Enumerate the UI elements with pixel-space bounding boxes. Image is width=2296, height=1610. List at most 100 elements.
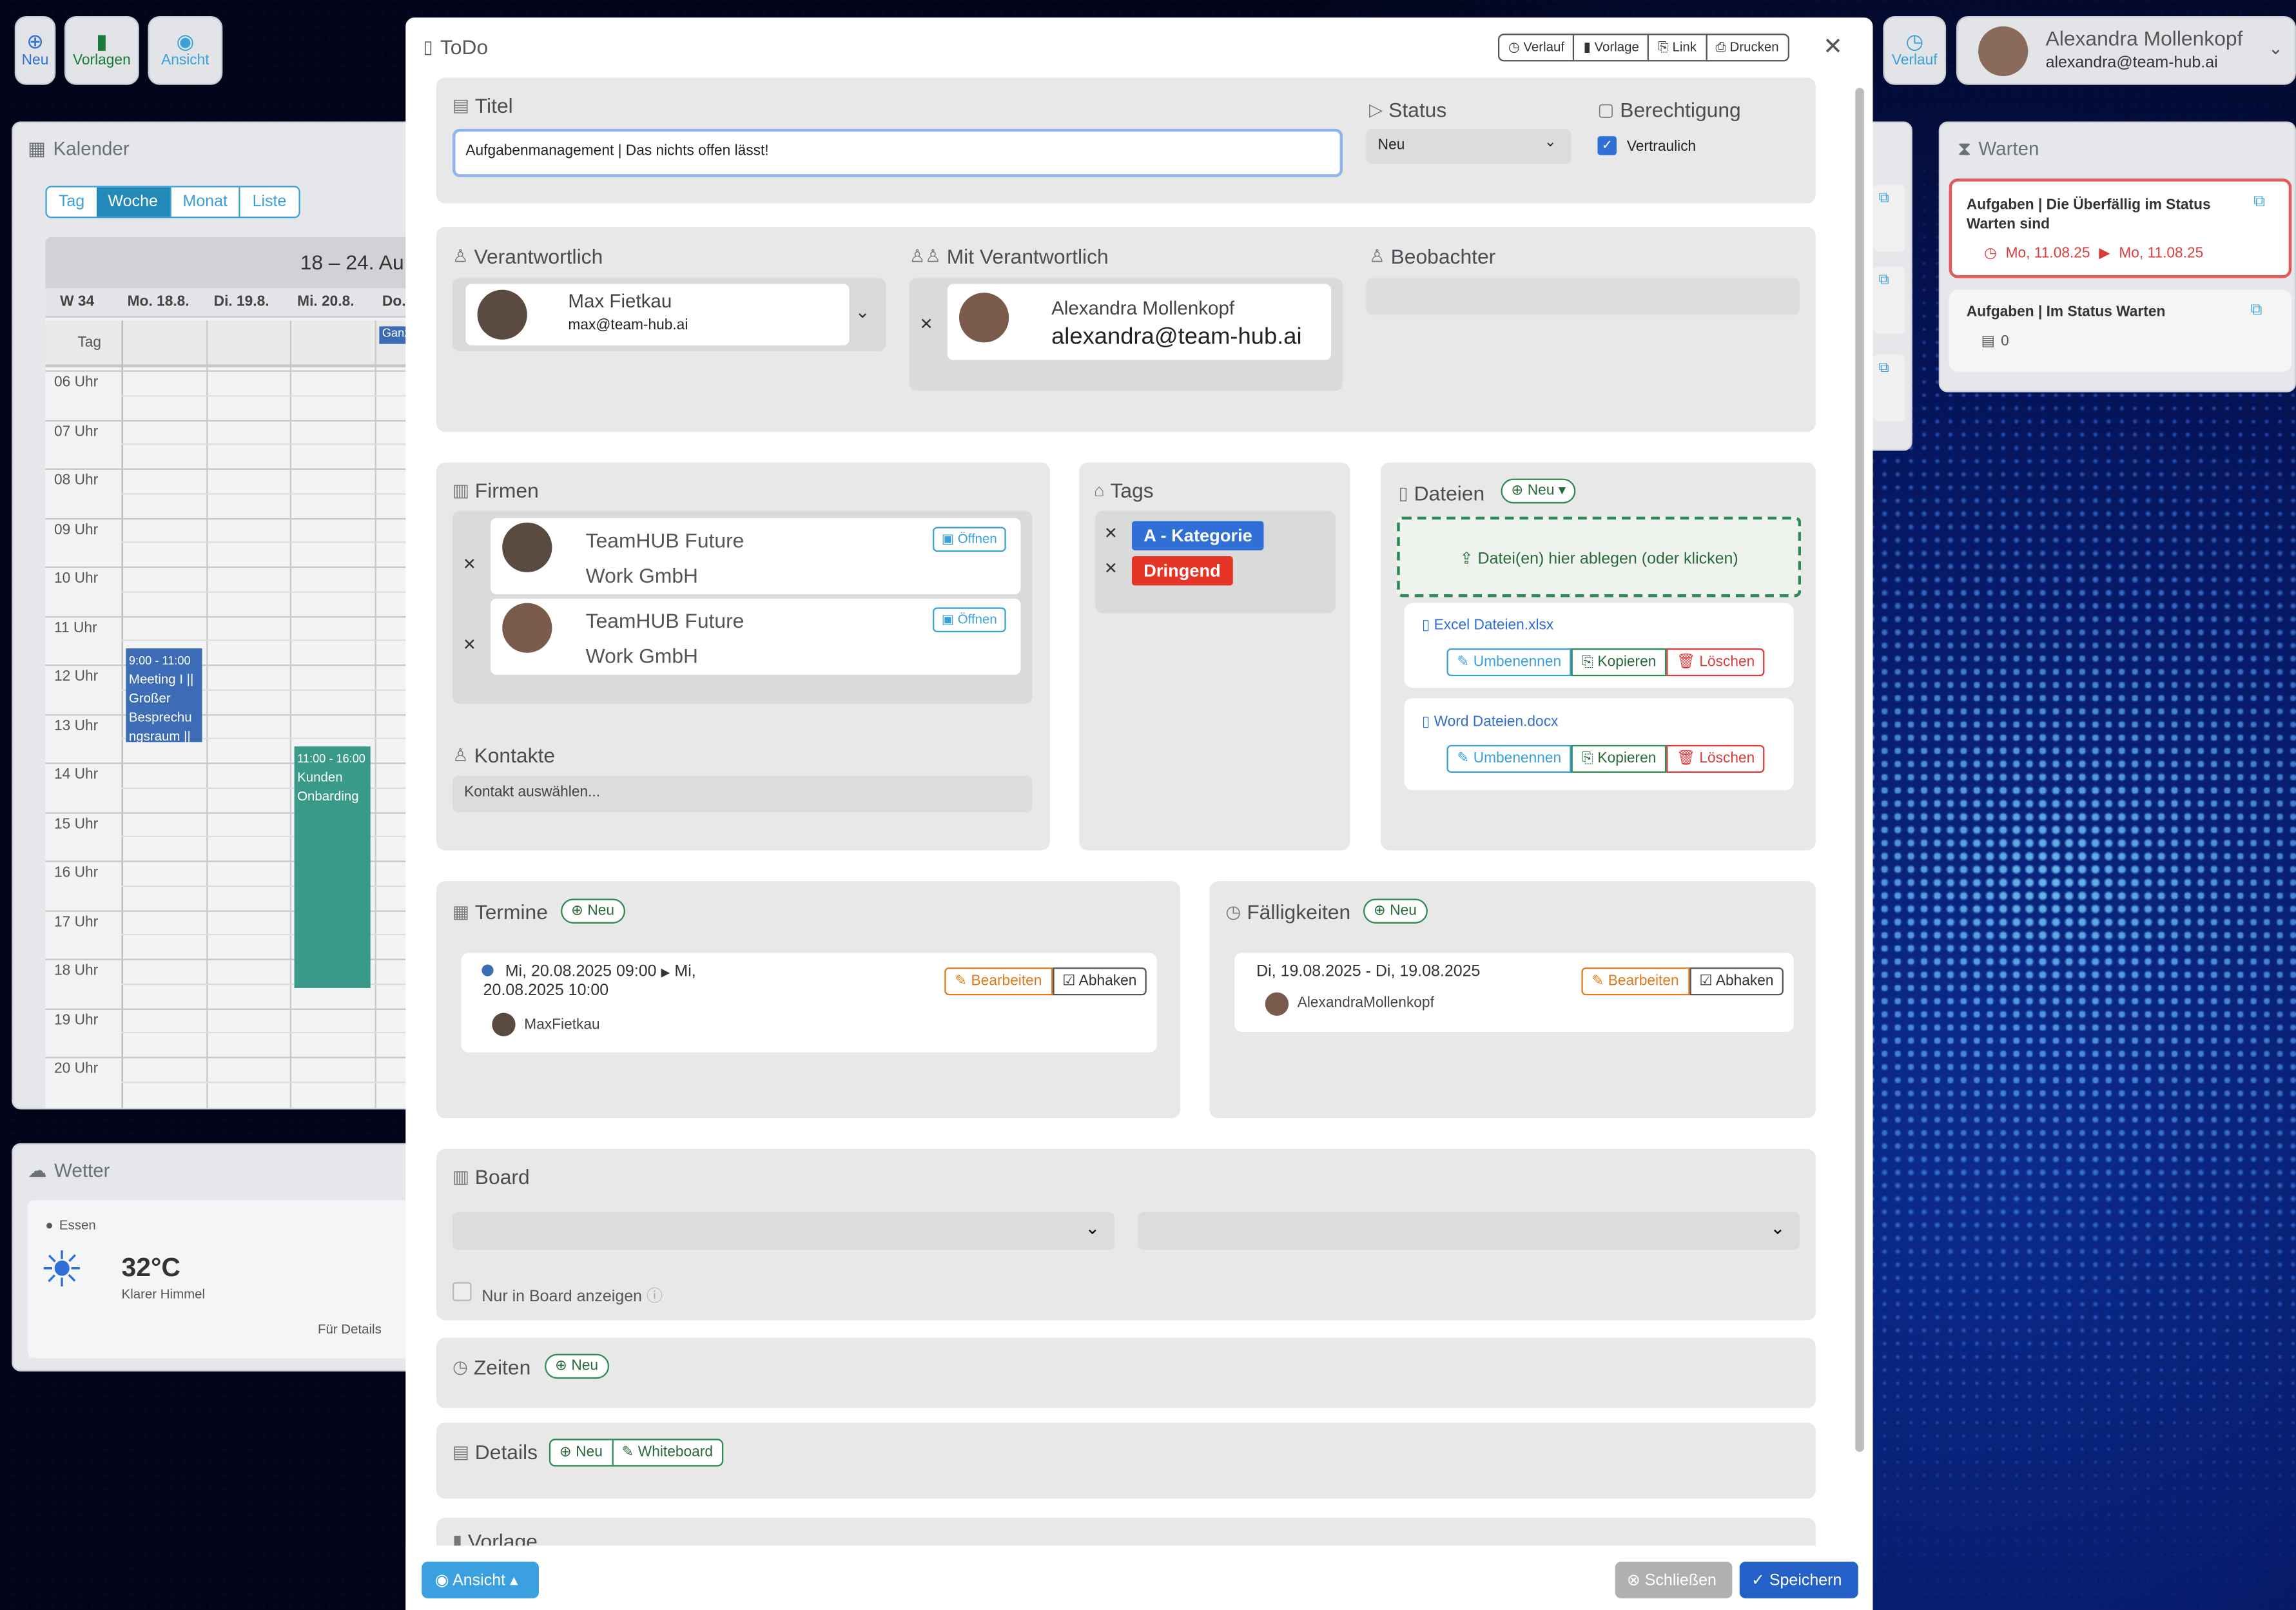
- tag-badge: A - Kategorie: [1132, 521, 1265, 550]
- rename-button[interactable]: ✎ Umbenennen: [1446, 744, 1572, 773]
- waiting-title: Warten: [1978, 137, 2039, 160]
- save-button[interactable]: ✓ Speichern: [1739, 1562, 1858, 1598]
- board-icon: ▥: [452, 1166, 469, 1187]
- open-company-button[interactable]: ▣ Öffnen: [933, 607, 1006, 633]
- tag-badge: Dringend: [1132, 556, 1233, 586]
- open-icon[interactable]: ⧉: [1873, 184, 1905, 252]
- link-header-button[interactable]: ⎘ Link: [1649, 35, 1707, 61]
- new-file-button[interactable]: ⊕ Neu ▾: [1501, 478, 1577, 504]
- remove-icon[interactable]: ✕: [1104, 559, 1118, 578]
- co-responsible-person[interactable]: Alexandra Mollenkopf alexandra@team-hub.…: [947, 284, 1331, 360]
- edit-button[interactable]: ✎ Bearbeiten: [944, 967, 1053, 996]
- tab-list[interactable]: Liste: [239, 187, 298, 217]
- user-menu[interactable]: Alexandra Mollenkopf alexandra@team-hub.…: [1956, 15, 2296, 85]
- view-toggle-button[interactable]: ◉ Ansicht ▴: [422, 1562, 539, 1598]
- board-only-checkbox[interactable]: [452, 1282, 472, 1301]
- company-item[interactable]: TeamHUB Future Work GmbH ▣ Öffnen: [491, 518, 1021, 594]
- check-button[interactable]: ☑ Abhaken: [1689, 967, 1784, 996]
- view-button[interactable]: ◉ Ansicht: [148, 15, 223, 85]
- calendar-icon: ▦: [28, 137, 46, 160]
- deadline-item[interactable]: Di, 19.08.2025 - Di, 19.08.2025 Alexandr…: [1234, 953, 1794, 1032]
- company-item[interactable]: TeamHUB Future Work GmbH ▣ Öffnen: [491, 598, 1021, 675]
- clipboard-icon: ▯: [423, 36, 433, 57]
- new-detail-button[interactable]: ⊕ Neu: [550, 1440, 613, 1466]
- modal-title: ToDo: [440, 35, 489, 59]
- contacts-label: Kontakte: [474, 743, 556, 767]
- copy-button[interactable]: ⎘ Kopieren: [1571, 648, 1667, 677]
- history-header-button[interactable]: ◷ Verlauf: [1499, 35, 1575, 61]
- open-company-button[interactable]: ▣ Öffnen: [933, 527, 1006, 552]
- file-item: ▯ Word Dateien.docx ✎ Umbenennen ⎘ Kopie…: [1404, 698, 1794, 791]
- hour-label: 11 Uhr: [54, 619, 97, 636]
- file-link[interactable]: ▯ Excel Dateien.xlsx: [1422, 617, 1553, 634]
- template-header-button[interactable]: ▮ Vorlage: [1575, 35, 1649, 61]
- history-button[interactable]: ◷ Verlauf: [1883, 15, 1947, 85]
- open-icon[interactable]: ⧉: [1873, 266, 1905, 334]
- remove-icon[interactable]: ✕: [463, 635, 476, 654]
- tab-month[interactable]: Monat: [170, 187, 240, 217]
- avatar: [958, 293, 1009, 343]
- tab-week[interactable]: Woche: [96, 187, 170, 217]
- play-icon: ▷: [1369, 99, 1383, 121]
- copy-button[interactable]: ⎘ Kopieren: [1571, 744, 1667, 773]
- remove-icon[interactable]: ✕: [463, 555, 476, 574]
- close-button[interactable]: ⊗ Schließen: [1615, 1562, 1733, 1598]
- hour-label: 09 Uhr: [54, 521, 99, 538]
- new-button[interactable]: ⊕ Neu: [14, 15, 56, 85]
- new-time-button[interactable]: ⊕ Neu: [545, 1353, 608, 1379]
- observer-select[interactable]: [1366, 278, 1800, 315]
- check-button[interactable]: ☑ Abhaken: [1052, 967, 1147, 996]
- open-icon[interactable]: ⧉: [2253, 193, 2265, 213]
- status-select[interactable]: Neu ⌄: [1366, 128, 1571, 164]
- templates-button[interactable]: ▮ Vorlagen: [64, 15, 139, 85]
- file-link[interactable]: ▯ Word Dateien.docx: [1422, 714, 1559, 730]
- delete-button[interactable]: 🗑 Löschen: [1666, 744, 1766, 773]
- scrollbar[interactable]: [1855, 88, 1864, 1452]
- responsible-label: Verantwortlich: [474, 244, 603, 268]
- rename-button[interactable]: ✎ Umbenennen: [1446, 648, 1572, 677]
- waiting-item[interactable]: Aufgaben | Im Status Warten ⧉ ▤ 0: [1949, 289, 2292, 372]
- new-deadline-button[interactable]: ⊕ Neu: [1363, 898, 1427, 924]
- calendar-event[interactable]: 11:00 - 16:00 Kunden Onbarding: [294, 746, 371, 988]
- waiting-item[interactable]: Aufgaben | Die Überfällig im Status Wart…: [1949, 179, 2292, 278]
- status-label: Status: [1388, 98, 1447, 122]
- chevron-down-icon[interactable]: ⌄: [855, 302, 870, 322]
- calendar-widget: ▦ Kalender Tag Woche Monat Liste 18 – 24…: [12, 121, 423, 1110]
- contact-select[interactable]: Kontakt auswählen...: [452, 775, 1033, 813]
- hour-label: 13 Uhr: [54, 717, 99, 734]
- users-icon: ♙♙: [909, 246, 941, 267]
- open-icon[interactable]: ⧉: [2251, 302, 2262, 321]
- tab-day[interactable]: Tag: [46, 187, 97, 217]
- avatar: [1978, 26, 2028, 77]
- timer-icon: ◷: [1225, 901, 1241, 922]
- weather-details-link[interactable]: Für Details: [318, 1322, 382, 1337]
- appointment-item[interactable]: Mi, 20.08.2025 09:00 ▶ Mi, 20.08.2025 10…: [461, 953, 1157, 1052]
- eye-icon: ◉: [176, 29, 195, 53]
- title-input[interactable]: Aufgabenmanagement | Das nichts offen lä…: [452, 128, 1343, 177]
- board-column-select[interactable]: ⌄: [1138, 1212, 1800, 1250]
- print-header-button[interactable]: ⎙ Drucken: [1707, 35, 1787, 61]
- event-dot: [482, 964, 494, 976]
- remove-icon[interactable]: ✕: [1104, 524, 1118, 543]
- board-select[interactable]: ⌄: [452, 1212, 1114, 1250]
- edit-button[interactable]: ✎ Bearbeiten: [1581, 967, 1689, 996]
- file-dropzone[interactable]: ⇪ Datei(en) hier ablegen (oder klicken): [1397, 516, 1802, 597]
- calendar-event[interactable]: 9:00 - 11:00 Meeting I || Großer Besprec…: [126, 648, 202, 742]
- week-number: W 34: [60, 294, 95, 311]
- hour-label: 15 Uhr: [54, 816, 99, 833]
- delete-button[interactable]: 🗑 Löschen: [1666, 648, 1766, 677]
- close-icon[interactable]: ✕: [1823, 32, 1842, 61]
- header-button-group: ◷ Verlauf ▮ Vorlage ⎘ Link ⎙ Drucken: [1497, 34, 1789, 62]
- whiteboard-button[interactable]: ✎ Whiteboard: [613, 1440, 722, 1466]
- confidential-checkbox[interactable]: ✓: [1597, 136, 1617, 155]
- open-icon[interactable]: ⧉: [1873, 354, 1905, 422]
- weather-title: Wetter: [54, 1159, 110, 1181]
- responsible-person[interactable]: Max Fietkau max@team-hub.ai: [465, 284, 850, 345]
- tags-label: Tags: [1110, 478, 1154, 502]
- remove-icon[interactable]: ✕: [920, 315, 933, 334]
- location-icon: ●: [45, 1217, 54, 1233]
- new-appointment-button[interactable]: ⊕ Neu: [561, 898, 625, 924]
- calendar-icon: ▦: [452, 901, 469, 922]
- observer-label: Beobachter: [1390, 244, 1496, 268]
- appointments-label: Termine: [474, 900, 548, 924]
